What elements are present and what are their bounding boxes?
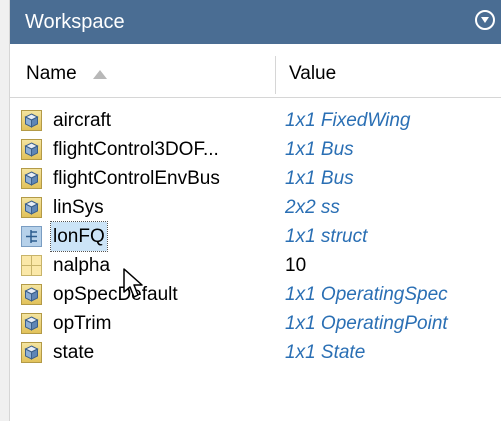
variable-value[interactable]: 1x1 struct	[285, 222, 367, 251]
object-icon	[21, 197, 42, 218]
workspace-title: Workspace	[25, 10, 125, 33]
object-icon	[21, 168, 42, 189]
variable-row[interactable]: nalpha 10	[10, 251, 501, 280]
variable-row[interactable]: lonFQ 1x1 struct	[10, 221, 501, 252]
variable-value[interactable]: 1x1 State	[285, 338, 365, 367]
variable-row[interactable]: linSys 2x2 ss	[10, 193, 501, 222]
variable-row[interactable]: opSpecDefault 1x1 OperatingSpec	[10, 280, 501, 309]
variable-value[interactable]: 1x1 Bus	[285, 135, 354, 164]
variable-name[interactable]: flightControlEnvBus	[53, 164, 220, 193]
sort-ascending-icon[interactable]	[93, 70, 107, 79]
variable-name[interactable]: opSpecDefault	[53, 280, 178, 309]
mouse-cursor-icon	[123, 268, 143, 298]
panel-actions-button[interactable]	[475, 10, 495, 30]
column-header: Name Value	[10, 48, 501, 98]
variable-row[interactable]: opTrim 1x1 OperatingPoint	[10, 309, 501, 338]
variable-name[interactable]: flightControl3DOF...	[53, 135, 219, 164]
variable-value[interactable]: 1x1 OperatingPoint	[285, 309, 448, 338]
column-header-name[interactable]: Name	[26, 63, 77, 85]
workspace-titlebar: Workspace	[10, 0, 501, 44]
object-icon	[21, 284, 42, 305]
column-divider[interactable]	[275, 56, 276, 94]
variable-value[interactable]: 10	[285, 251, 306, 280]
variable-value[interactable]: 2x2 ss	[285, 193, 340, 222]
variable-name[interactable]: state	[53, 338, 94, 367]
column-header-value[interactable]: Value	[289, 63, 336, 85]
variable-value[interactable]: 1x1 FixedWing	[285, 106, 411, 135]
variable-name[interactable]: linSys	[53, 193, 104, 222]
struct-icon	[21, 226, 42, 247]
variable-name[interactable]: opTrim	[53, 309, 111, 338]
variable-row[interactable]: flightControl3DOF... 1x1 Bus	[10, 135, 501, 164]
object-icon	[21, 139, 42, 160]
object-icon	[21, 342, 42, 363]
variable-value[interactable]: 1x1 OperatingSpec	[285, 280, 448, 309]
variable-row[interactable]: aircraft 1x1 FixedWing	[10, 106, 501, 135]
numeric-icon	[21, 255, 42, 276]
variable-row[interactable]: state 1x1 State	[10, 338, 501, 367]
variable-row[interactable]: flightControlEnvBus 1x1 Bus	[10, 164, 501, 193]
object-icon	[21, 313, 42, 334]
left-splitter[interactable]	[0, 0, 10, 421]
variable-value[interactable]: 1x1 Bus	[285, 164, 354, 193]
variable-name[interactable]: nalpha	[53, 251, 110, 280]
chevron-down-icon	[481, 17, 489, 23]
workspace-panel: Workspace Name Value aircraft 1x1 FixedWi…	[0, 0, 501, 421]
object-icon	[21, 110, 42, 131]
variable-name[interactable]: lonFQ	[50, 221, 108, 252]
variable-name[interactable]: aircraft	[53, 106, 111, 135]
variable-list: aircraft 1x1 FixedWing flightControl3DOF..…	[10, 106, 501, 367]
